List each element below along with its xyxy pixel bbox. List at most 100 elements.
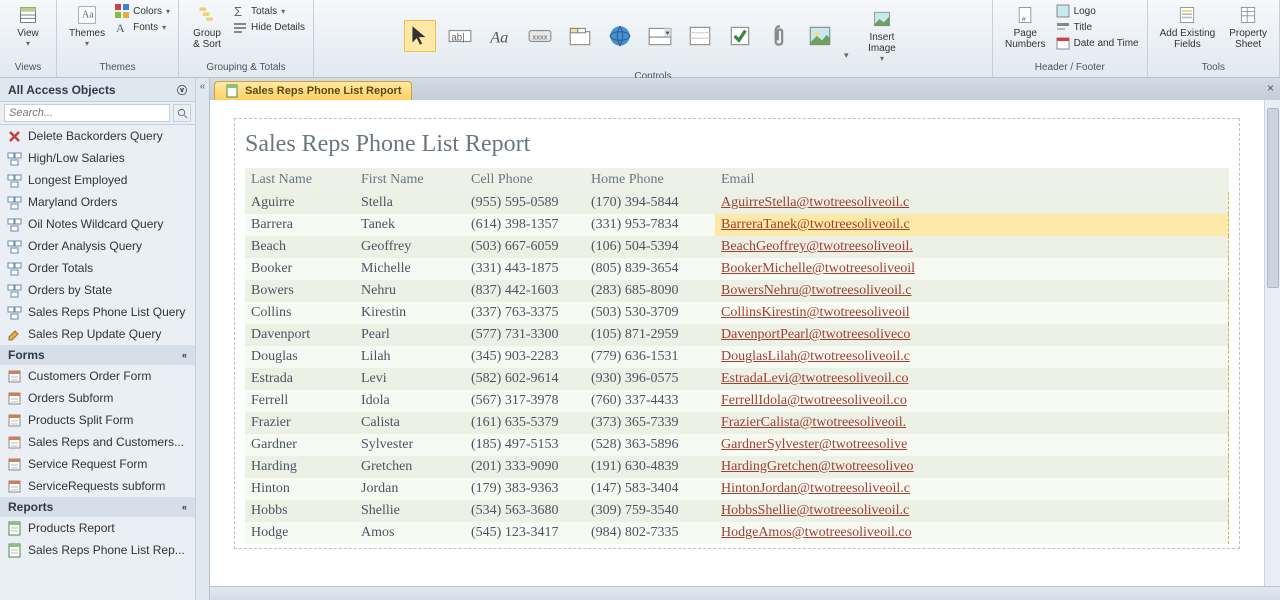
cell-last[interactable]: Estrada	[245, 368, 355, 390]
themes-button[interactable]: Aa Themes ▾	[65, 2, 109, 50]
label-control[interactable]: Aa	[484, 20, 516, 52]
cell-home-phone[interactable]: (283) 685-8090	[585, 280, 715, 302]
cell-first[interactable]: Geoffrey	[355, 236, 465, 258]
insert-image-button[interactable]: Insert Image ▾	[862, 6, 902, 65]
cell-last[interactable]: Hodge	[245, 522, 355, 544]
cell-email[interactable]: BowersNehru@twotreesoliveoil.c	[715, 280, 1229, 302]
cell-first[interactable]: Michelle	[355, 258, 465, 280]
cell-cell-phone[interactable]: (185) 497-5153	[465, 434, 585, 456]
cell-first[interactable]: Amos	[355, 522, 465, 544]
cell-first[interactable]: Lilah	[355, 346, 465, 368]
cell-email[interactable]: AguirreStella@twotreesoliveoil.c	[715, 192, 1229, 214]
cell-cell-phone[interactable]: (955) 595-0589	[465, 192, 585, 214]
combobox-control[interactable]	[644, 20, 676, 52]
cell-cell-phone[interactable]: (337) 763-3375	[465, 302, 585, 324]
cell-cell-phone[interactable]: (503) 667-6059	[465, 236, 585, 258]
nav-header[interactable]: All Access Objects ⓥ	[0, 78, 195, 102]
cell-email[interactable]: DouglasLilah@twotreesoliveoil.c	[715, 346, 1229, 368]
nav-collapse-button[interactable]: «	[195, 78, 209, 600]
cell-last[interactable]: Barrera	[245, 214, 355, 236]
hide-details-button[interactable]: Hide Details	[233, 20, 305, 34]
cell-home-phone[interactable]: (984) 802-7335	[585, 522, 715, 544]
cell-cell-phone[interactable]: (179) 383-9363	[465, 478, 585, 500]
cell-cell-phone[interactable]: (582) 602-9614	[465, 368, 585, 390]
nav-item-form-5[interactable]: ServiceRequests subform	[0, 475, 195, 497]
group-sort-button[interactable]: Group & Sort	[187, 2, 227, 52]
cell-home-phone[interactable]: (373) 365-7339	[585, 412, 715, 434]
cell-last[interactable]: Harding	[245, 456, 355, 478]
cell-first[interactable]: Levi	[355, 368, 465, 390]
nav-item-query-9[interactable]: Sales Rep Update Query	[0, 323, 195, 345]
nav-item-query-7[interactable]: Orders by State	[0, 279, 195, 301]
cell-cell-phone[interactable]: (545) 123-3417	[465, 522, 585, 544]
cell-home-phone[interactable]: (331) 953-7834	[585, 214, 715, 236]
cell-cell-phone[interactable]: (534) 563-3680	[465, 500, 585, 522]
cell-cell-phone[interactable]: (331) 443-1875	[465, 258, 585, 280]
search-button[interactable]	[173, 104, 191, 122]
fonts-button[interactable]: A Fonts ▾	[115, 20, 170, 34]
nav-item-form-0[interactable]: Customers Order Form	[0, 365, 195, 387]
cell-first[interactable]: Jordan	[355, 478, 465, 500]
totals-button[interactable]: Σ Totals ▾	[233, 4, 305, 18]
cell-email[interactable]: BeachGeoffrey@twotreesoliveoil.	[715, 236, 1229, 258]
add-existing-fields-button[interactable]: Add Existing Fields	[1156, 2, 1220, 52]
cell-cell-phone[interactable]: (567) 317-3978	[465, 390, 585, 412]
cell-home-phone[interactable]: (805) 839-3654	[585, 258, 715, 280]
logo-button[interactable]: Logo	[1056, 4, 1139, 18]
cell-cell-phone[interactable]: (345) 903-2283	[465, 346, 585, 368]
nav-item-query-8[interactable]: Sales Reps Phone List Query	[0, 301, 195, 323]
colors-button[interactable]: Colors ▾	[115, 4, 170, 18]
cell-home-phone[interactable]: (147) 583-3404	[585, 478, 715, 500]
image-control[interactable]	[804, 20, 836, 52]
nav-item-query-1[interactable]: High/Low Salaries	[0, 147, 195, 169]
hyperlink-control[interactable]	[604, 20, 636, 52]
cell-email[interactable]: EstradaLevi@twotreesoliveoil.co	[715, 368, 1229, 390]
button-control[interactable]: xxxx	[524, 20, 556, 52]
cell-last[interactable]: Booker	[245, 258, 355, 280]
cell-last[interactable]: Beach	[245, 236, 355, 258]
cell-email[interactable]: HobbsShellie@twotreesoliveoil.c	[715, 500, 1229, 522]
nav-section-forms[interactable]: Forms «	[0, 345, 195, 365]
nav-item-query-6[interactable]: Order Totals	[0, 257, 195, 279]
cell-home-phone[interactable]: (309) 759-3540	[585, 500, 715, 522]
cell-home-phone[interactable]: (503) 530-3709	[585, 302, 715, 324]
search-input[interactable]	[4, 104, 170, 122]
cell-email[interactable]: BarreraTanek@twotreesoliveoil.c	[715, 214, 1229, 236]
nav-section-reports[interactable]: Reports «	[0, 497, 195, 517]
cell-home-phone[interactable]: (191) 630-4839	[585, 456, 715, 478]
cell-home-phone[interactable]: (170) 394-5844	[585, 192, 715, 214]
cell-last[interactable]: Hobbs	[245, 500, 355, 522]
page-numbers-button[interactable]: # Page Numbers	[1001, 2, 1050, 52]
cell-cell-phone[interactable]: (201) 333-9090	[465, 456, 585, 478]
controls-more[interactable]: ▾	[844, 50, 854, 61]
nav-dropdown-icon[interactable]: ⓥ	[177, 82, 187, 97]
view-button[interactable]: View ▾	[8, 2, 48, 50]
cell-cell-phone[interactable]: (161) 635-5379	[465, 412, 585, 434]
cell-last[interactable]: Collins	[245, 302, 355, 324]
tab-sales-reps-phone-list-report[interactable]: Sales Reps Phone List Report	[214, 81, 412, 100]
cell-home-phone[interactable]: (779) 636-1531	[585, 346, 715, 368]
tab-close-button[interactable]: ×	[1267, 81, 1274, 95]
vertical-scrollbar[interactable]	[1264, 100, 1280, 586]
cell-email[interactable]: FrazierCalista@twotreesoliveoil.	[715, 412, 1229, 434]
cell-cell-phone[interactable]: (614) 398-1357	[465, 214, 585, 236]
property-sheet-button[interactable]: Property Sheet	[1225, 2, 1271, 52]
cell-last[interactable]: Bowers	[245, 280, 355, 302]
nav-item-query-5[interactable]: Order Analysis Query	[0, 235, 195, 257]
attachment-control[interactable]	[764, 20, 796, 52]
nav-item-form-1[interactable]: Orders Subform	[0, 387, 195, 409]
cell-last[interactable]: Frazier	[245, 412, 355, 434]
tab-control[interactable]	[564, 20, 596, 52]
cell-first[interactable]: Calista	[355, 412, 465, 434]
cell-home-phone[interactable]: (105) 871-2959	[585, 324, 715, 346]
cell-cell-phone[interactable]: (837) 442-1603	[465, 280, 585, 302]
cell-first[interactable]: Idola	[355, 390, 465, 412]
nav-item-report-0[interactable]: Products Report	[0, 517, 195, 539]
cell-email[interactable]: HodgeAmos@twotreesoliveoil.co	[715, 522, 1229, 544]
nav-item-query-0[interactable]: Delete Backorders Query	[0, 125, 195, 147]
cell-first[interactable]: Pearl	[355, 324, 465, 346]
nav-item-query-3[interactable]: Maryland Orders	[0, 191, 195, 213]
listbox-control[interactable]	[684, 20, 716, 52]
cell-last[interactable]: Hinton	[245, 478, 355, 500]
cell-home-phone[interactable]: (760) 337-4433	[585, 390, 715, 412]
